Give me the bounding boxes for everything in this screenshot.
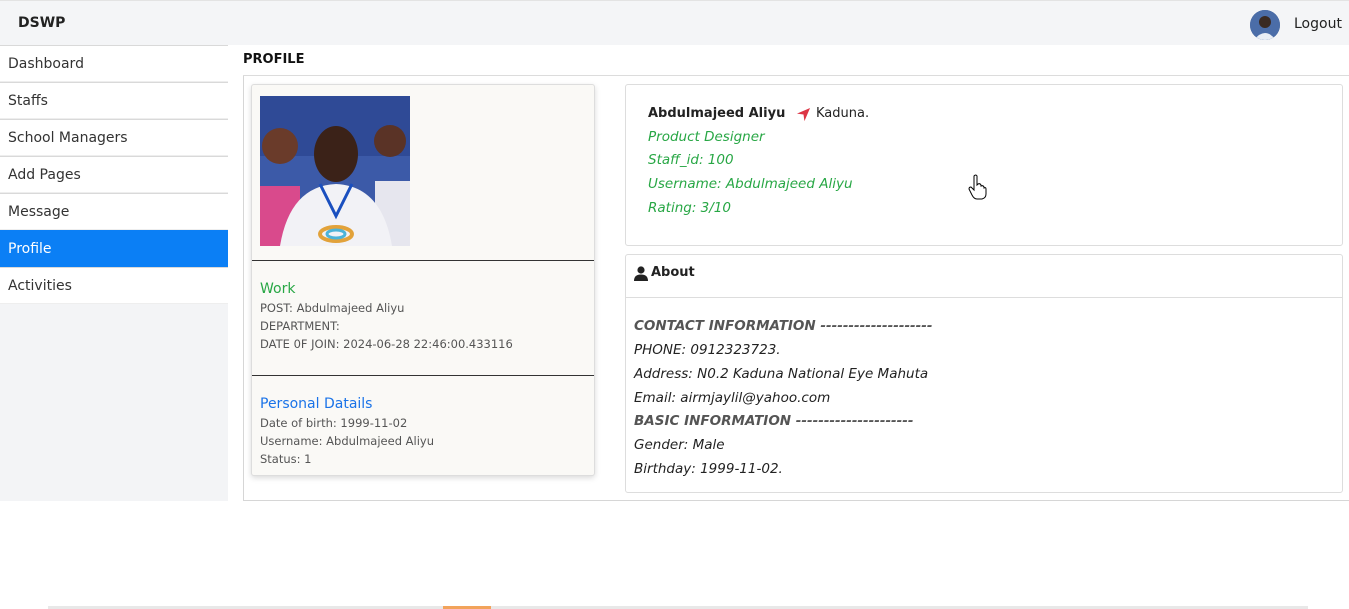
location-arrow-icon bbox=[796, 107, 811, 122]
profile-role: Product Designer bbox=[648, 129, 765, 145]
basic-info-heading: BASIC INFORMATION --------------------- bbox=[634, 413, 914, 429]
page-title: PROFILE bbox=[243, 52, 305, 67]
sidebar-item-message[interactable]: Message bbox=[0, 193, 228, 230]
sidebar-item-activities[interactable]: Activities bbox=[0, 267, 228, 304]
user-icon bbox=[634, 266, 648, 281]
sidebar-item-dashboard[interactable]: Dashboard bbox=[0, 45, 228, 82]
about-birthday: Birthday: 1999-11-02. bbox=[634, 461, 783, 477]
contact-info-heading: CONTACT INFORMATION -------------------- bbox=[634, 318, 933, 334]
personal-dob: Date of birth: 1999-11-02 bbox=[260, 416, 408, 430]
user-avatar[interactable] bbox=[1250, 10, 1280, 40]
logout-link[interactable]: Logout bbox=[1294, 16, 1342, 32]
profile-photo-image bbox=[260, 96, 410, 246]
personal-status: Status: 1 bbox=[260, 452, 312, 466]
about-card: About CONTACT INFORMATION --------------… bbox=[625, 254, 1343, 493]
about-gender: Gender: Male bbox=[634, 437, 725, 453]
sidebar: Dashboard Staffs School Managers Add Pag… bbox=[0, 45, 228, 501]
sidebar-item-add-pages[interactable]: Add Pages bbox=[0, 156, 228, 193]
hand-cursor-icon bbox=[968, 174, 987, 200]
personal-username: Username: Abdulmajeed Aliyu bbox=[260, 434, 435, 448]
work-post: POST: Abdulmajeed Aliyu bbox=[260, 301, 405, 315]
profile-staff-id: Staff_id: 100 bbox=[648, 152, 734, 168]
about-title: About bbox=[651, 265, 695, 280]
profile-photo bbox=[260, 96, 410, 246]
profile-username: Username: Abdulmajeed Aliyu bbox=[648, 176, 853, 192]
work-section-title: Work bbox=[260, 281, 296, 297]
about-address: Address: N0.2 Kaduna National Eye Mahuta bbox=[634, 366, 929, 382]
sidebar-item-school-managers[interactable]: School Managers bbox=[0, 119, 228, 156]
brand-logo-text[interactable]: DSWP bbox=[18, 15, 65, 31]
divider bbox=[252, 260, 594, 261]
profile-rating: Rating: 3/10 bbox=[648, 200, 731, 216]
about-email: Email: airmjaylil@yahoo.com bbox=[634, 390, 831, 406]
about-header: About bbox=[626, 255, 1342, 298]
profile-summary-card: Work POST: Abdulmajeed Aliyu DEPARTMENT:… bbox=[251, 84, 595, 476]
sidebar-item-staffs[interactable]: Staffs bbox=[0, 82, 228, 119]
profile-location: Kaduna. bbox=[816, 106, 870, 121]
avatar-icon bbox=[1250, 10, 1280, 40]
profile-info-card: Abdulmajeed Aliyu Kaduna. Product Design… bbox=[625, 84, 1343, 246]
profile-name: Abdulmajeed Aliyu bbox=[648, 106, 786, 121]
divider bbox=[252, 375, 594, 376]
work-department: DEPARTMENT: bbox=[260, 319, 340, 333]
work-date-of-join: DATE 0F JOIN: 2024-06-28 22:46:00.433116 bbox=[260, 337, 513, 351]
about-phone: PHONE: 0912323723. bbox=[634, 342, 781, 358]
top-navbar: DSWP Logout bbox=[0, 0, 1349, 45]
sidebar-item-profile[interactable]: Profile bbox=[0, 230, 228, 267]
personal-details-title: Personal Datails bbox=[260, 396, 373, 412]
